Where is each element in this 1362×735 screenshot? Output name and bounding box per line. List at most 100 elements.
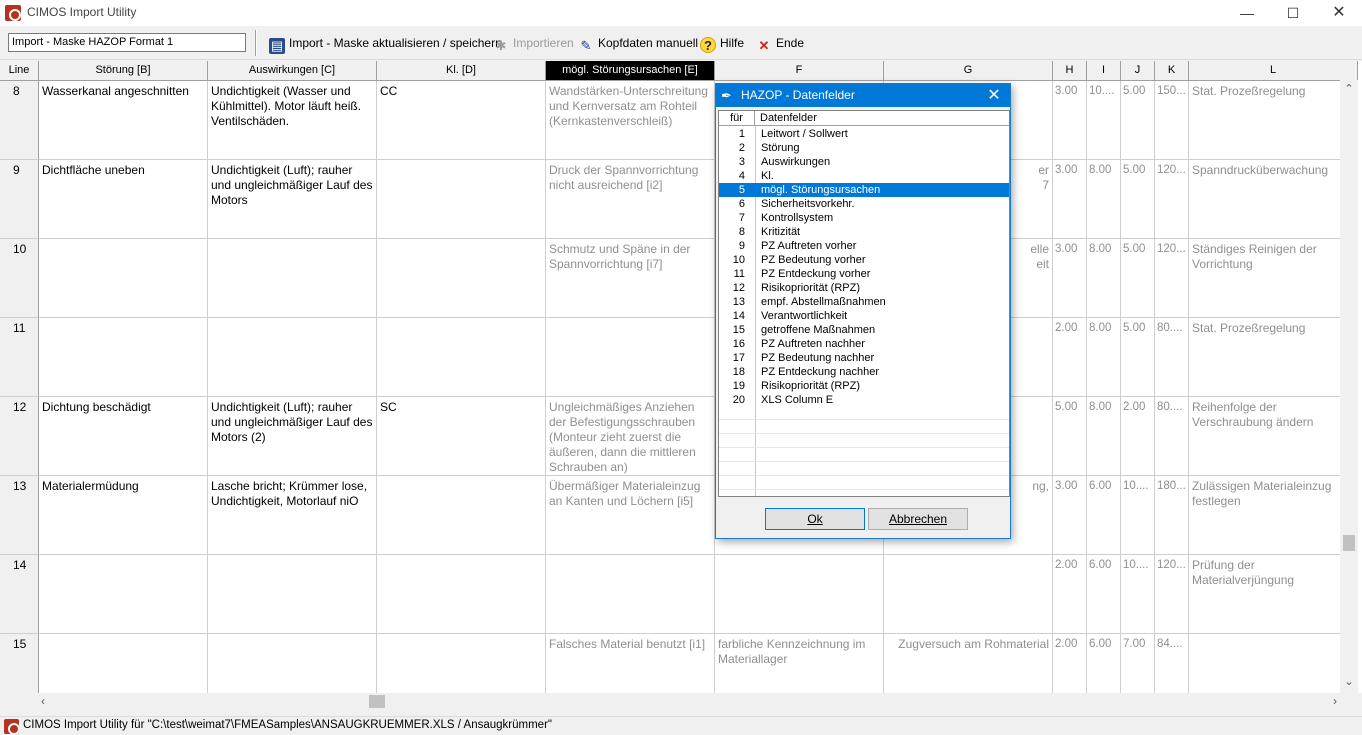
header-manual-button[interactable]: ✎ Kopfdaten manuell <box>578 34 699 53</box>
list-item[interactable]: 19 Risikopriorität (RPZ) <box>719 379 1009 393</box>
table-row[interactable]: 9 Dichtfläche uneben Undichtigkeit (Luft);… <box>0 160 1358 239</box>
cell-line[interactable]: 14 <box>0 555 39 634</box>
list-header-fields[interactable]: Datenfelder <box>755 111 1009 126</box>
data-grid[interactable]: Line Störung [B] Auswirkungen [C] Kl. [D… <box>0 61 1362 693</box>
cell-h[interactable]: 3.00 <box>1053 476 1087 555</box>
cell-k[interactable]: 180... <box>1155 476 1189 555</box>
list-item[interactable]: 2 Störung <box>719 141 1009 155</box>
cell-j[interactable]: 7.00 <box>1121 634 1155 693</box>
cell-line[interactable]: 10 <box>0 239 39 318</box>
cell-c[interactable]: Lasche bricht; Krümmer lose, Undichtigke… <box>208 476 377 555</box>
cell-g[interactable]: Zugversuch am Rohmaterial <box>884 634 1053 693</box>
list-item[interactable]: 17 PZ Bedeutung nachher <box>719 351 1009 365</box>
cell-c[interactable] <box>208 239 377 318</box>
column-header-f[interactable]: F <box>715 61 884 81</box>
cell-line[interactable]: 13 <box>0 476 39 555</box>
list-item[interactable]: 5 mögl. Störungsursachen <box>719 183 1009 197</box>
cell-j[interactable]: 2.00 <box>1121 397 1155 476</box>
column-header-l[interactable]: L <box>1189 61 1358 81</box>
horizontal-scroll-thumb[interactable] <box>369 695 385 708</box>
cell-h[interactable]: 3.00 <box>1053 160 1087 239</box>
cell-l[interactable]: Prüfung der Materialverjüngung <box>1189 555 1358 634</box>
cell-e[interactable]: Druck der Spannvorrichtung nicht ausreic… <box>546 160 715 239</box>
cell-k[interactable]: 80.... <box>1155 318 1189 397</box>
maximize-button[interactable]: ☐ <box>1270 0 1316 26</box>
cell-line[interactable]: 11 <box>0 318 39 397</box>
cell-k[interactable]: 84.... <box>1155 634 1189 693</box>
cell-c[interactable]: Undichtigkeit (Wasser und Kühlmittel). M… <box>208 81 377 160</box>
column-header-line[interactable]: Line <box>0 61 39 81</box>
cell-i[interactable]: 6.00 <box>1087 634 1121 693</box>
cell-b[interactable] <box>39 634 208 693</box>
cell-f[interactable] <box>715 555 884 634</box>
table-row[interactable]: 12 Dichtung beschädigt Undichtigkeit (Luft… <box>0 397 1358 476</box>
cell-j[interactable]: 5.00 <box>1121 81 1155 160</box>
list-item[interactable]: 3 Auswirkungen <box>719 155 1009 169</box>
cell-g[interactable] <box>884 555 1053 634</box>
cell-i[interactable]: 10.... <box>1087 81 1121 160</box>
cell-d[interactable] <box>377 634 546 693</box>
import-button[interactable]: ✱ Importieren <box>493 34 574 53</box>
list-item[interactable]: 18 PZ Entdeckung nachher <box>719 365 1009 379</box>
cell-j[interactable]: 5.00 <box>1121 160 1155 239</box>
cell-l[interactable]: Ständiges Reinigen der Vorrichtung <box>1189 239 1358 318</box>
list-item[interactable]: 16 PZ Auftreten nachher <box>719 337 1009 351</box>
import-profile-field[interactable]: Import - Maske HAZOP Format 1 <box>8 33 246 52</box>
cell-d[interactable] <box>377 160 546 239</box>
cell-j[interactable]: 10.... <box>1121 476 1155 555</box>
list-item[interactable]: 12 Risikopriorität (RPZ) <box>719 281 1009 295</box>
cell-b[interactable]: Materialermüdung <box>39 476 208 555</box>
end-button[interactable]: ✕ Ende <box>756 34 804 53</box>
ok-button[interactable]: Ok <box>765 508 865 530</box>
cell-d[interactable] <box>377 239 546 318</box>
list-header-for[interactable]: für <box>719 111 755 126</box>
column-header-g[interactable]: G <box>884 61 1053 81</box>
column-header-j[interactable]: J <box>1121 61 1155 81</box>
cell-b[interactable] <box>39 239 208 318</box>
cell-k[interactable]: 80.... <box>1155 397 1189 476</box>
table-row[interactable]: 8 Wasserkanal angeschnitten Undichtigkeit … <box>0 81 1358 160</box>
cell-i[interactable]: 8.00 <box>1087 397 1121 476</box>
cell-line[interactable]: 15 <box>0 634 39 693</box>
cell-line[interactable]: 8 <box>0 81 39 160</box>
cell-e[interactable] <box>546 555 715 634</box>
cell-b[interactable]: Wasserkanal angeschnitten <box>39 81 208 160</box>
cell-k[interactable]: 120... <box>1155 555 1189 634</box>
cell-b[interactable] <box>39 318 208 397</box>
cell-k[interactable]: 120... <box>1155 160 1189 239</box>
horizontal-scrollbar[interactable]: ‹ › <box>38 693 1340 710</box>
table-row[interactable]: 13 Materialermüdung Lasche bricht; Krümmer… <box>0 476 1358 555</box>
cell-d[interactable] <box>377 476 546 555</box>
column-header-b[interactable]: Störung [B] <box>39 61 208 81</box>
cell-d[interactable]: CC <box>377 81 546 160</box>
close-button[interactable]: ✕ <box>1316 0 1362 26</box>
list-item[interactable]: 11 PZ Entdeckung vorher <box>719 267 1009 281</box>
cell-k[interactable]: 120... <box>1155 239 1189 318</box>
column-header-e[interactable]: mögl. Störungsursachen [E] <box>546 61 715 81</box>
scroll-up-icon[interactable]: ⌃ <box>1340 82 1358 98</box>
cell-d[interactable] <box>377 318 546 397</box>
column-header-d[interactable]: Kl. [D] <box>377 61 546 81</box>
help-button[interactable]: ? Hilfe <box>700 34 744 53</box>
cell-line[interactable]: 12 <box>0 397 39 476</box>
cell-b[interactable] <box>39 555 208 634</box>
cell-l[interactable]: Zulässigen Materialeinzug festlegen <box>1189 476 1358 555</box>
cell-h[interactable]: 3.00 <box>1053 239 1087 318</box>
column-header-c[interactable]: Auswirkungen [C] <box>208 61 377 81</box>
table-row[interactable]: 11 2.00 8.00 5.00 80.... Stat. Prozeßregelung <box>0 318 1358 397</box>
list-item[interactable]: 10 PZ Bedeutung vorher <box>719 253 1009 267</box>
list-item[interactable]: 4 Kl. <box>719 169 1009 183</box>
cell-i[interactable]: 6.00 <box>1087 555 1121 634</box>
cell-e[interactable]: Schmutz und Späne in der Spannvorrichtun… <box>546 239 715 318</box>
dialog-close-icon[interactable]: ✕ <box>984 84 1004 107</box>
column-header-h[interactable]: H <box>1053 61 1087 81</box>
cell-e[interactable]: Ungleichmäßiges Anziehen der Befestigung… <box>546 397 715 476</box>
cell-b[interactable]: Dichtung beschädigt <box>39 397 208 476</box>
cell-l[interactable]: Reihenfolge der Verschraubung ändern <box>1189 397 1358 476</box>
table-row[interactable]: 15 Falsches Material benutzt [i1] farblich… <box>0 634 1358 693</box>
list-item[interactable]: 13 empf. Abstellmaßnahmen <box>719 295 1009 309</box>
minimize-button[interactable]: — <box>1224 0 1270 26</box>
scroll-right-icon[interactable]: › <box>1333 693 1337 710</box>
table-row[interactable]: 10 Schmutz und Späne in der Spannvorricht… <box>0 239 1358 318</box>
cell-j[interactable]: 10.... <box>1121 555 1155 634</box>
